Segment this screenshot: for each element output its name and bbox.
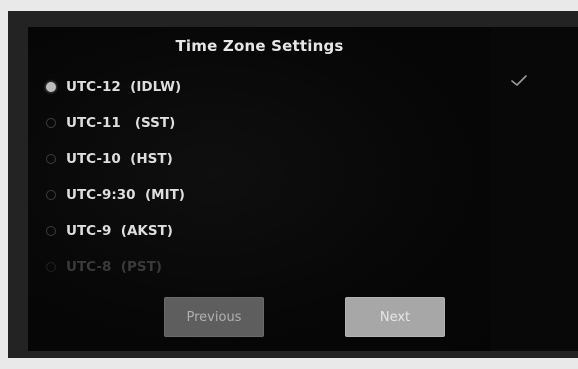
radio-icon[interactable] [46,262,56,272]
radio-selected-icon[interactable] [46,82,56,92]
time-zone-list[interactable]: UTC-12 (IDLW) UTC-11 (SST) UTC-10 (HST) … [46,69,346,285]
time-zone-label: UTC-12 (IDLW) [66,79,182,95]
time-zone-label: UTC-10 (HST) [66,151,173,167]
time-zone-option-utc-10[interactable]: UTC-10 (HST) [46,141,346,177]
next-button[interactable]: Next [345,297,445,337]
time-zone-option-utc-9-30[interactable]: UTC-9:30 (MIT) [46,177,346,213]
time-zone-label: UTC-11 (SST) [66,115,176,131]
time-zone-label: UTC-9 (AKST) [66,223,173,239]
checkmark-icon[interactable] [510,74,528,88]
time-zone-option-utc-8[interactable]: UTC-8 (PST) [46,249,346,285]
screen-side-panel [491,27,578,351]
time-zone-settings-screen: Time Zone Settings UTC-12 (IDLW) UTC-11 … [28,27,491,351]
radio-icon[interactable] [46,190,56,200]
page-title: Time Zone Settings [175,37,344,55]
radio-icon[interactable] [46,154,56,164]
time-zone-label: UTC-9:30 (MIT) [66,187,185,203]
time-zone-option-utc-11[interactable]: UTC-11 (SST) [46,105,346,141]
radio-icon[interactable] [46,226,56,236]
time-zone-label: UTC-8 (PST) [66,259,162,275]
time-zone-option-utc-9[interactable]: UTC-9 (AKST) [46,213,346,249]
previous-button[interactable]: Previous [164,297,264,337]
radio-icon[interactable] [46,118,56,128]
time-zone-option-utc-12[interactable]: UTC-12 (IDLW) [46,69,346,105]
